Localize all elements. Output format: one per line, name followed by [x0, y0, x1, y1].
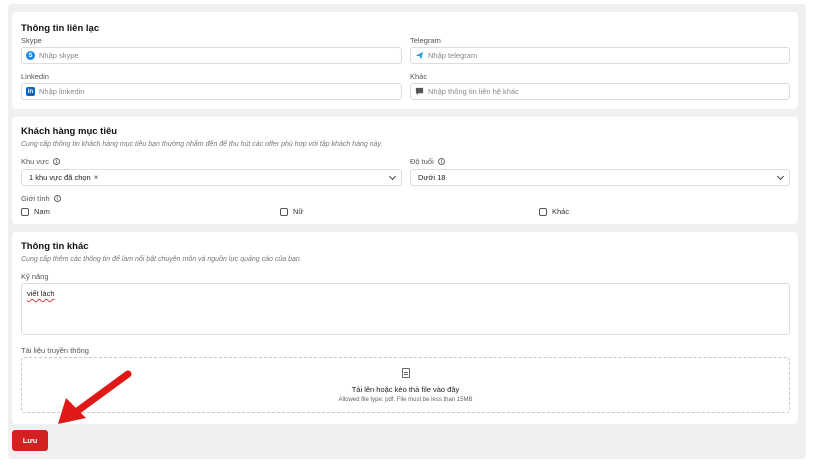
- gender-option-label: Nam: [34, 207, 50, 216]
- save-button[interactable]: Lưu: [12, 430, 48, 451]
- linkedin-input[interactable]: in Nhập linkedin: [21, 83, 402, 100]
- other-contact-placeholder: Nhập thông tin liên hệ khác: [428, 87, 519, 96]
- close-icon[interactable]: ×: [94, 173, 99, 182]
- other-contact-label: Khác: [410, 72, 427, 81]
- region-chip-text: 1 khu vực đã chọn: [29, 173, 91, 182]
- file-icon: [402, 368, 410, 378]
- target-description: Cung cấp thông tin khách hàng mục tiêu b…: [21, 141, 383, 148]
- skype-icon: S: [26, 51, 35, 60]
- other-contact-label-text: Khác: [410, 72, 428, 81]
- region-select[interactable]: 1 khu vực đã chọn ×: [21, 169, 402, 186]
- other-info-description: Cung cấp thêm các thông tin để làm nổi b…: [21, 256, 302, 263]
- skype-label: Skype: [21, 36, 42, 45]
- gender-checkbox-male[interactable]: Nam: [21, 207, 50, 216]
- upload-hint: Allowed file type: pdf. File must be les…: [338, 397, 473, 403]
- telegram-icon: [415, 51, 424, 60]
- age-value: Dưới 18: [418, 173, 446, 182]
- age-label: Độ tuổi i: [410, 157, 445, 166]
- info-icon[interactable]: i: [52, 158, 60, 165]
- skype-label-text: Skype: [21, 36, 42, 45]
- file-upload-dropzone[interactable]: Tải lên hoặc kéo thả file vào đây Allowe…: [21, 357, 790, 413]
- telegram-input[interactable]: Nhập telegram: [410, 47, 790, 64]
- gender-checkbox-other[interactable]: Khác: [539, 207, 569, 216]
- region-chip: 1 khu vực đã chọn ×: [29, 173, 98, 182]
- other-contact-input[interactable]: Nhập thông tin liên hệ khác: [410, 83, 790, 100]
- linkedin-label: Linkedin: [21, 72, 49, 81]
- skype-placeholder: Nhập skype: [39, 51, 79, 60]
- age-select[interactable]: Dưới 18: [410, 169, 790, 186]
- chevron-down-icon[interactable]: [388, 172, 397, 181]
- linkedin-placeholder: Nhập linkedin: [39, 87, 85, 96]
- contact-card: Thông tin liên lạc Skype S Nhập skype Te…: [12, 12, 798, 109]
- telegram-placeholder: Nhập telegram: [428, 51, 478, 60]
- gender-option-label: Khác: [552, 207, 570, 216]
- target-title: Khách hàng mục tiêu: [21, 126, 118, 137]
- other-info-title: Thông tin khác: [21, 241, 89, 252]
- telegram-label-text: Telegram: [410, 36, 441, 45]
- arrow-annotation: [58, 370, 132, 424]
- skills-label: Kỹ năng: [21, 272, 49, 281]
- region-label-text: Khu vực: [21, 157, 49, 166]
- upload-title: Tải lên hoặc kéo thả file vào đây: [351, 385, 460, 394]
- linkedin-label-text: Linkedin: [21, 72, 49, 81]
- media-label: Tài liệu truyền thông: [21, 346, 89, 355]
- gender-label: Giới tính i: [21, 194, 61, 203]
- checkbox-box[interactable]: [539, 207, 547, 216]
- chevron-down-icon[interactable]: [776, 172, 785, 181]
- gender-label-text: Giới tính: [21, 194, 50, 203]
- region-label: Khu vực i: [21, 157, 60, 166]
- gender-checkbox-female[interactable]: Nữ: [280, 207, 303, 216]
- checkbox-box[interactable]: [21, 207, 29, 216]
- skills-label-text: Kỹ năng: [21, 272, 49, 281]
- skype-input[interactable]: S Nhập skype: [21, 47, 402, 64]
- target-card: Khách hàng mục tiêu Cung cấp thông tin k…: [12, 117, 798, 224]
- gender-option-label: Nữ: [293, 207, 304, 216]
- contact-title: Thông tin liên lạc: [21, 23, 100, 34]
- telegram-label: Telegram: [410, 36, 441, 45]
- info-icon[interactable]: i: [53, 195, 61, 202]
- info-icon[interactable]: i: [437, 158, 445, 165]
- skills-value: viết lách: [27, 289, 55, 298]
- linkedin-icon: in: [26, 87, 35, 96]
- age-label-text: Độ tuổi: [410, 157, 434, 166]
- skills-textarea[interactable]: viết lách: [21, 283, 790, 335]
- message-icon: [415, 87, 424, 96]
- media-label-text: Tài liệu truyền thông: [21, 346, 89, 355]
- checkbox-box[interactable]: [280, 207, 288, 216]
